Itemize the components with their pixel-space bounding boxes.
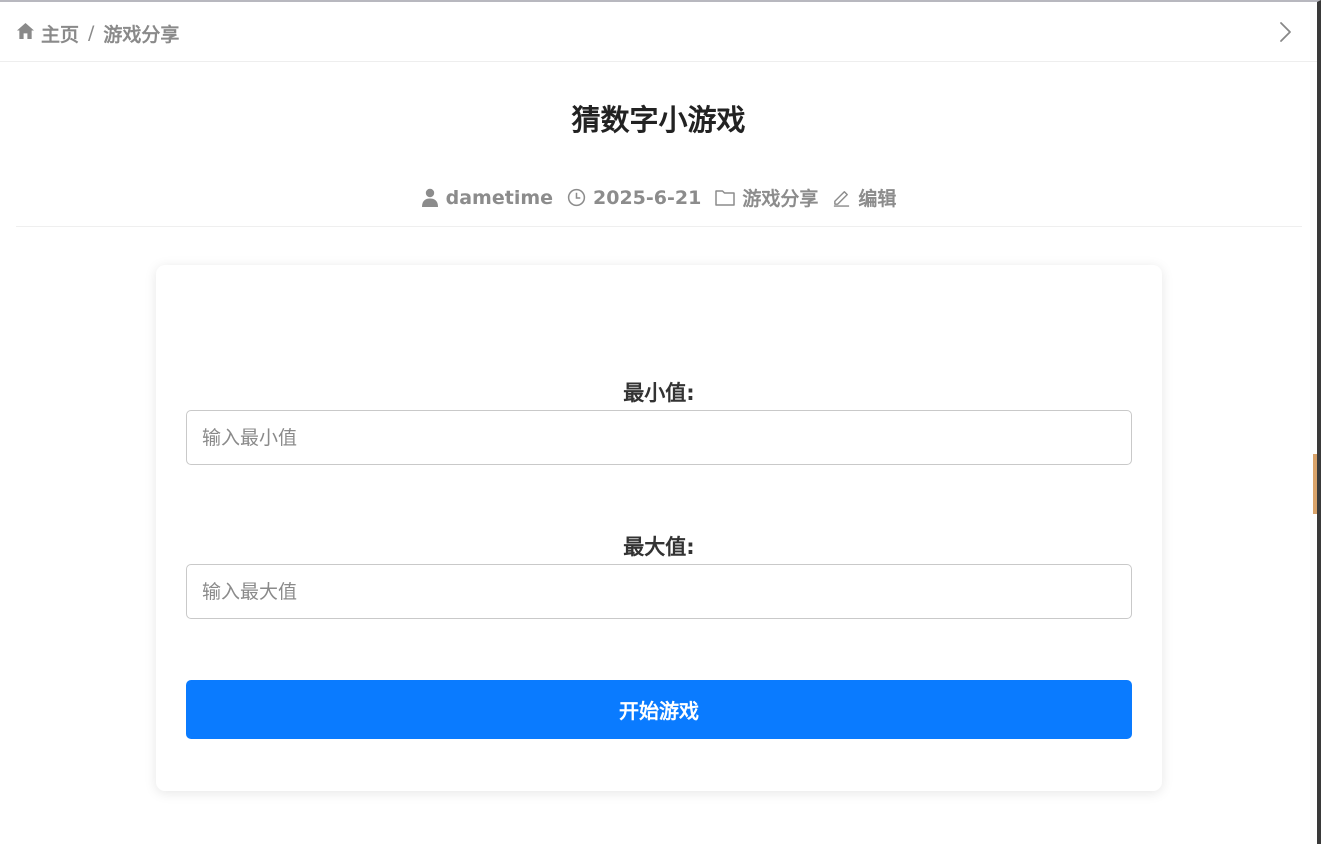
meta-date: 2025-6-21 <box>567 187 701 209</box>
meta-divider <box>16 226 1302 227</box>
meta-category-label: 游戏分享 <box>742 188 819 210</box>
min-value-label: 最小值: <box>623 381 695 405</box>
breadcrumb: 主页 / 游戏分享 <box>16 20 179 47</box>
max-value-input[interactable] <box>186 564 1132 619</box>
edit-icon <box>832 188 851 207</box>
meta-date-label: 2025-6-21 <box>593 186 702 209</box>
chevron-right-icon[interactable] <box>1273 20 1297 44</box>
breadcrumb-home-link[interactable]: 主页 <box>16 20 79 47</box>
meta-author-label: dametime <box>445 186 554 209</box>
scroll-edge-accent <box>1313 454 1317 514</box>
breadcrumb-bar: 主页 / 游戏分享 <box>0 2 1317 62</box>
breadcrumb-separator: / <box>88 22 95 44</box>
game-card: 最小值: 最大值: 开始游戏 <box>156 265 1162 791</box>
min-value-input[interactable] <box>186 410 1132 465</box>
clock-icon <box>567 188 586 207</box>
home-icon <box>16 22 35 45</box>
user-icon <box>421 188 439 207</box>
meta-category[interactable]: 游戏分享 <box>715 184 818 211</box>
max-value-label: 最大值: <box>623 535 695 559</box>
breadcrumb-home-label: 主页 <box>41 23 80 46</box>
page-title: 猜数字小游戏 <box>571 103 746 137</box>
start-game-button[interactable]: 开始游戏 <box>186 680 1132 739</box>
meta-edit[interactable]: 编辑 <box>832 184 896 211</box>
article-meta: dametime 2025-6-21 游戏分享 编辑 <box>0 184 1317 211</box>
folder-icon <box>715 189 736 206</box>
meta-edit-label: 编辑 <box>858 188 897 210</box>
app-window: 主页 / 游戏分享 猜数字小游戏 dametime 2025-6-21 游戏分享… <box>0 0 1321 844</box>
meta-author[interactable]: dametime <box>421 187 553 209</box>
breadcrumb-current[interactable]: 游戏分享 <box>103 20 179 47</box>
